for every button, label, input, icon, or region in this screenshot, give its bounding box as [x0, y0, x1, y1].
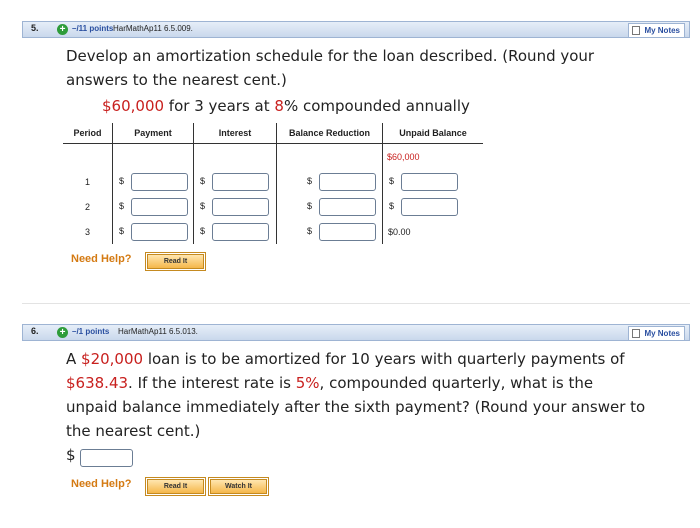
final-balance: $0.00 [382, 219, 483, 244]
interest-input-1[interactable] [212, 172, 269, 191]
currency-symbol: $ [307, 225, 313, 236]
read-it-button[interactable]: Read It [145, 477, 206, 496]
table-header-row: Period Payment Interest Balance Reductio… [63, 123, 483, 144]
expand-plus-icon[interactable]: + [57, 24, 68, 35]
prompt-line-2: answers to the nearest cent.) [66, 71, 287, 89]
prompt-text: , compounded quarterly, what is the [319, 374, 594, 392]
col-header-period: Period [63, 123, 113, 144]
period-label: 2 [84, 201, 90, 212]
points-label: –/11 points [72, 24, 114, 33]
col-header-unpaid-balance: Unpaid Balance [382, 123, 483, 144]
currency-symbol: $ [200, 200, 206, 211]
table-row: 3 $ $ $ $0.00 [63, 219, 483, 244]
prompt-line-1: Develop an amortization schedule for the… [66, 47, 595, 65]
prompt-text: A [66, 350, 82, 368]
question-6-prompt: A $20,000 loan is to be amortized for 10… [66, 347, 645, 443]
notebook-icon [632, 26, 641, 35]
table-row: 2 $ $ $ $ [63, 194, 483, 219]
points-label: –/1 points [72, 327, 110, 336]
balance-reduction-input-1[interactable] [319, 172, 376, 191]
question-5-header: 5. + –/11 points HarMathAp11 6.5.009. My… [22, 21, 690, 38]
prompt-line-1: A $20,000 loan is to be amortized for 10… [66, 347, 645, 371]
my-notes-button[interactable]: My Notes [628, 23, 685, 38]
prompt-line-3: unpaid balance immediately after the six… [66, 398, 646, 416]
question-5-prompt: Develop an amortization schedule for the… [66, 44, 594, 92]
notebook-icon [632, 329, 641, 338]
prompt-line-2: $638.43. If the interest rate is 5%, com… [66, 371, 645, 395]
question-number: 6. [31, 326, 39, 336]
interest-input-3[interactable] [212, 222, 269, 241]
unpaid-balance-input-1[interactable] [401, 172, 458, 191]
col-header-interest: Interest [193, 123, 277, 144]
loan-description: $60,000 for 3 years at 8% compounded ann… [102, 97, 470, 115]
unpaid-balance-input-2[interactable] [401, 197, 458, 216]
amortization-table: Period Payment Interest Balance Reductio… [63, 123, 483, 244]
answer-input[interactable] [80, 449, 133, 467]
currency-symbol: $ [307, 200, 313, 211]
payment-input-1[interactable] [131, 172, 188, 191]
currency-symbol: $ [200, 175, 206, 186]
source-label: HarMathAp11 6.5.013. [118, 327, 198, 336]
payment-amount: $638.43 [66, 374, 129, 392]
balance-reduction-input-2[interactable] [319, 197, 376, 216]
my-notes-label: My Notes [644, 26, 680, 35]
answer-currency-symbol: $ [66, 446, 76, 464]
prompt-text: . If the interest rate is [128, 374, 296, 392]
initial-balance: $60,000 [382, 143, 483, 169]
currency-symbol: $ [119, 200, 125, 211]
loan-compounding-text: % compounded annually [283, 97, 470, 115]
question-divider [22, 303, 690, 304]
loan-rate: 8 [274, 97, 284, 115]
balance-reduction-input-3[interactable] [319, 222, 376, 241]
interest-rate: 5% [295, 374, 320, 392]
interest-input-2[interactable] [212, 197, 269, 216]
currency-symbol: $ [200, 225, 206, 236]
currency-symbol: $ [119, 225, 125, 236]
table-row: 1 $ $ $ $ [63, 169, 483, 194]
my-notes-button[interactable]: My Notes [628, 326, 685, 341]
currency-symbol: $ [389, 200, 395, 211]
need-help-label: Need Help? [71, 253, 132, 265]
question-number: 5. [31, 23, 39, 33]
question-6-header: 6. + –/1 points HarMathAp11 6.5.013. My … [22, 324, 690, 341]
loan-principal: $60,000 [102, 97, 165, 115]
payment-input-3[interactable] [131, 222, 188, 241]
prompt-text: loan is to be amortized for 10 years wit… [143, 350, 625, 368]
loan-amount: $20,000 [81, 350, 144, 368]
currency-symbol: $ [119, 175, 125, 186]
prompt-line-4: the nearest cent.) [66, 422, 201, 440]
loan-term-text: for 3 years at [164, 97, 275, 115]
currency-symbol: $ [389, 175, 395, 186]
col-header-balance-reduction: Balance Reduction [276, 123, 383, 144]
col-header-payment: Payment [112, 123, 194, 144]
period-label: 1 [84, 176, 90, 187]
period-label: 3 [84, 226, 90, 237]
payment-input-2[interactable] [131, 197, 188, 216]
source-label: HarMathAp11 6.5.009. [113, 24, 193, 33]
read-it-button[interactable]: Read It [145, 252, 206, 271]
expand-plus-icon[interactable]: + [57, 327, 68, 338]
watch-it-button[interactable]: Watch It [208, 477, 269, 496]
my-notes-label: My Notes [644, 329, 680, 338]
need-help-label: Need Help? [71, 478, 132, 490]
currency-symbol: $ [307, 175, 313, 186]
table-row-initial: $60,000 [63, 143, 483, 169]
